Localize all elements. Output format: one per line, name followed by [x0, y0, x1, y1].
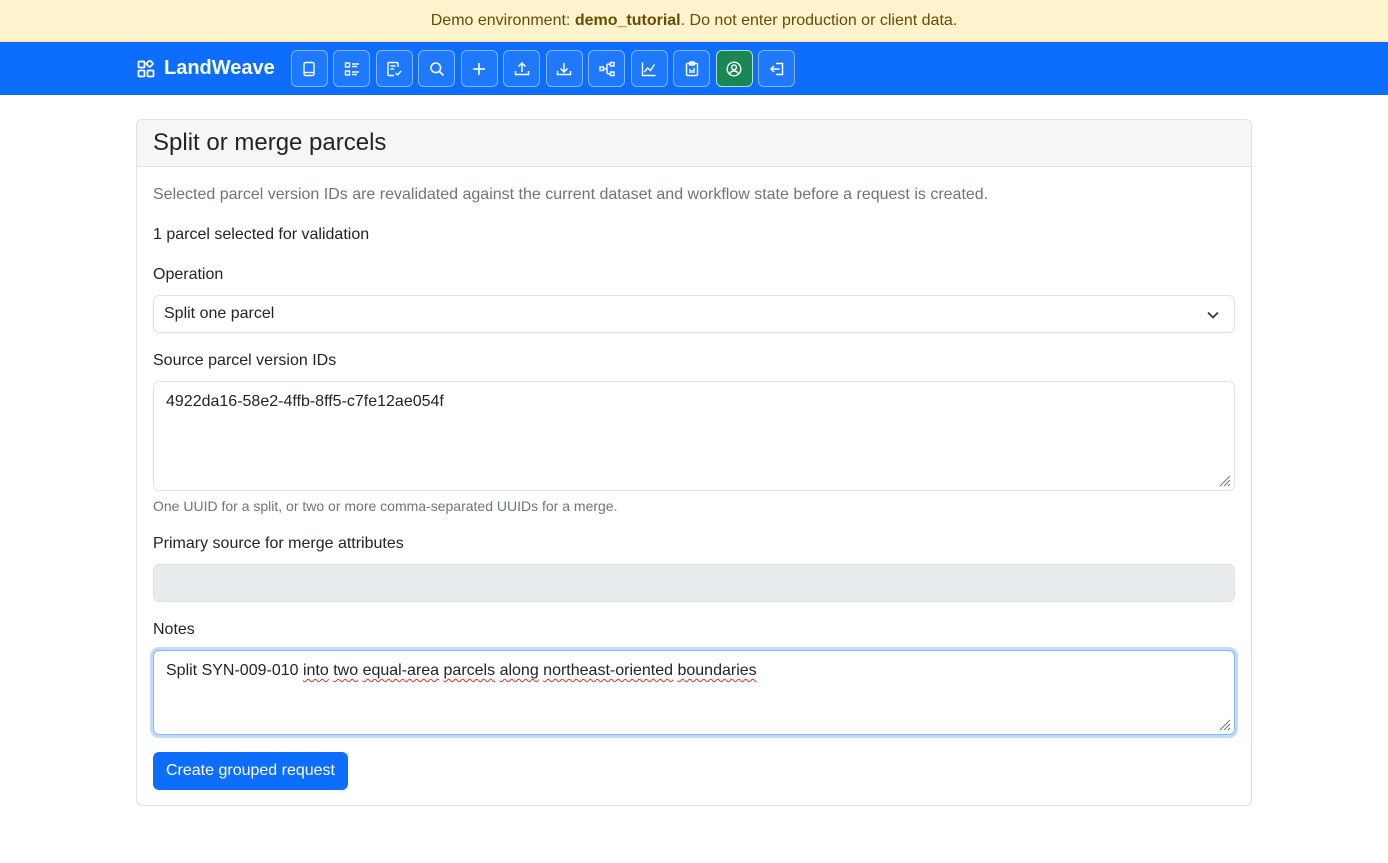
selection-count: 1 parcel selected for validation [153, 226, 370, 243]
notes-value: Split SYN-009-010 into two equal-area pa… [166, 662, 757, 679]
plus-icon [473, 62, 486, 75]
apps-grid-icon [137, 59, 155, 77]
operation-selected-value: Split one parcel [164, 305, 275, 322]
top-navbar: LandWeave [0, 42, 1388, 95]
nav-diagram-button[interactable] [588, 50, 626, 87]
banner-env-name: demo_tutorial [574, 11, 681, 29]
nav-search-button[interactable] [418, 50, 456, 87]
nav-book-button[interactable] [290, 50, 328, 87]
nav-clipboard-button[interactable] [673, 50, 711, 87]
chevron-down-icon [1207, 311, 1219, 319]
nav-chart-button[interactable] [630, 50, 668, 87]
chart-icon [642, 62, 656, 76]
demo-environment-banner: Demo environment: demo_tutorial. Do not … [0, 0, 1388, 42]
book-icon [303, 61, 315, 76]
notes-label: Notes [153, 621, 195, 638]
logout-icon [769, 62, 784, 75]
nav-list-button[interactable] [333, 50, 371, 87]
nav-logout-button[interactable] [758, 50, 796, 87]
card-header: Split or merge parcels [137, 120, 1251, 167]
split-merge-card: Split or merge parcels Selected parcel v… [136, 119, 1252, 806]
operation-select[interactable]: Split one parcel [153, 295, 1235, 333]
diagram-icon [599, 61, 615, 76]
download-icon [557, 62, 572, 75]
review-icon [387, 61, 402, 76]
source-ids-value: 4922da16-58e2-4ffb-8ff5-c7fe12ae054f [166, 393, 444, 410]
banner-suffix: . Do not enter production or client data… [680, 11, 958, 29]
intro-text: Selected parcel version IDs are revalida… [153, 186, 989, 203]
primary-source-input [153, 564, 1235, 602]
upload-icon [514, 61, 530, 75]
page-title: Split or merge parcels [153, 129, 387, 156]
operation-label: Operation [153, 266, 224, 283]
search-icon [429, 61, 444, 76]
notes-textarea[interactable]: Split SYN-009-010 into two equal-area pa… [153, 650, 1235, 735]
source-ids-help: One UUID for a split, or two or more com… [153, 498, 618, 514]
source-ids-textarea[interactable]: 4922da16-58e2-4ffb-8ff5-c7fe12ae054f [153, 381, 1235, 491]
nav-upload-button[interactable] [503, 50, 541, 87]
banner-prefix: Demo environment: [430, 11, 571, 29]
brand-name: LandWeave [164, 57, 275, 79]
primary-source-label: Primary source for merge attributes [153, 535, 404, 552]
resize-grip-icon[interactable] [1219, 475, 1231, 487]
clipboard-icon [685, 60, 698, 76]
nav-add-button[interactable] [460, 50, 498, 87]
source-ids-label: Source parcel version IDs [153, 352, 337, 369]
nav-account-button[interactable] [715, 50, 753, 87]
list-icon [344, 61, 359, 76]
nav-review-button[interactable] [375, 50, 413, 87]
user-circle-icon [726, 60, 742, 77]
resize-grip-icon[interactable] [1219, 719, 1231, 731]
nav-download-button[interactable] [545, 50, 583, 87]
create-grouped-request-button[interactable]: Create grouped request [153, 752, 348, 790]
brand-link[interactable]: LandWeave [137, 57, 275, 80]
